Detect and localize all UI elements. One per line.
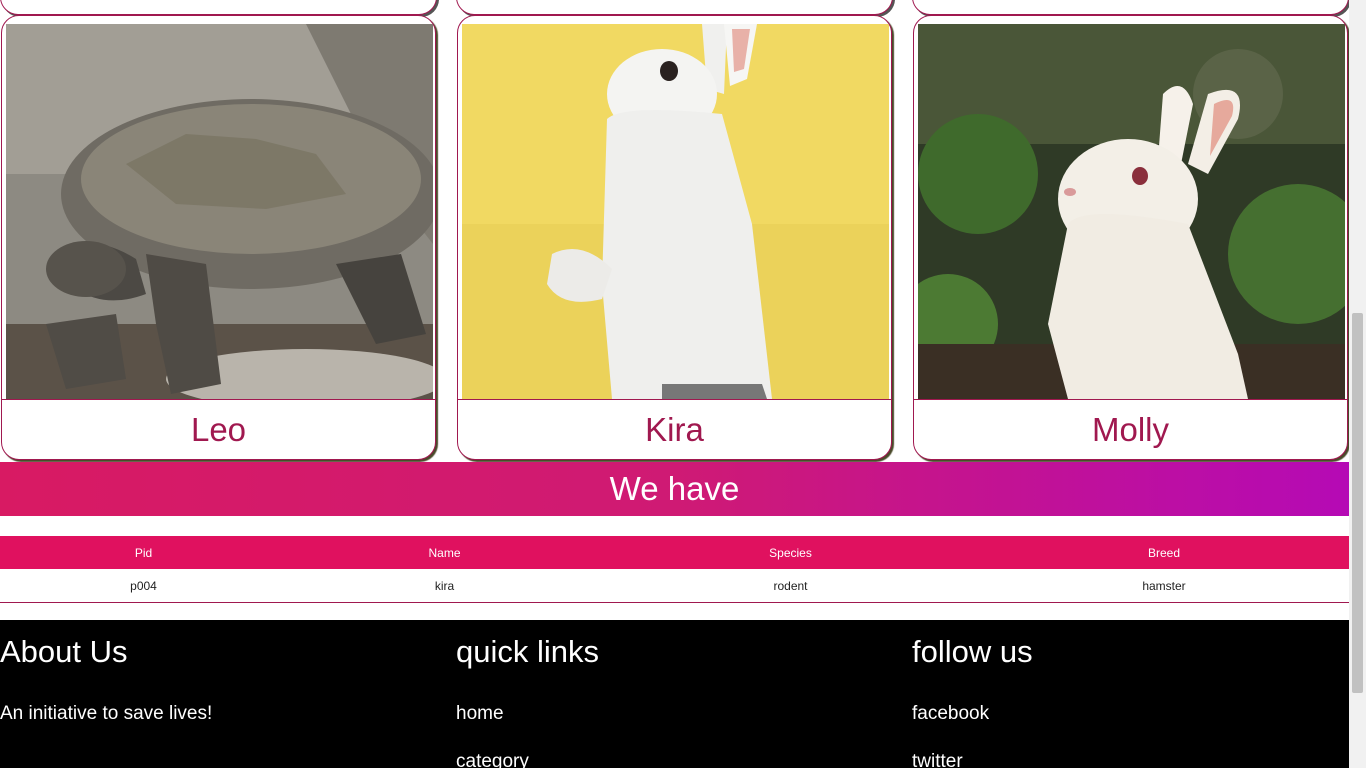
column-header-breed: Breed bbox=[979, 536, 1349, 569]
rabbit-image bbox=[918, 24, 1345, 399]
column-header-name: Name bbox=[287, 536, 602, 569]
about-text: An initiative to save lives! bbox=[0, 703, 213, 724]
about-title: About Us bbox=[0, 634, 128, 669]
pet-name: Kira bbox=[645, 411, 704, 448]
quick-links-title: quick links bbox=[456, 634, 599, 669]
scrollbar-thumb[interactable] bbox=[1352, 313, 1363, 693]
footer-link-facebook[interactable]: facebook bbox=[912, 703, 989, 725]
table-row: p004 kira rodent hamster bbox=[0, 569, 1349, 603]
pet-name: Leo bbox=[190, 411, 247, 448]
column-header-pid: Pid bbox=[0, 536, 287, 569]
footer-link-twitter[interactable]: twitter bbox=[912, 751, 963, 768]
card-divider bbox=[458, 399, 891, 400]
previous-card-edge bbox=[0, 0, 437, 15]
table-header-row: Pid Name Species Breed bbox=[0, 536, 1349, 569]
footer: About Us An initiative to save lives! qu… bbox=[0, 620, 1349, 768]
previous-card-edge bbox=[456, 0, 893, 15]
card-divider bbox=[914, 399, 1347, 400]
cell-name: kira bbox=[287, 569, 602, 603]
tortoise-image bbox=[6, 24, 433, 399]
footer-link-category[interactable]: category bbox=[456, 751, 529, 768]
rabbit-image bbox=[462, 24, 889, 399]
card-divider bbox=[2, 399, 435, 400]
section-title-banner: We have bbox=[0, 462, 1349, 516]
pet-card-kira[interactable]: Kira bbox=[457, 15, 892, 460]
pet-card-molly[interactable]: Molly bbox=[913, 15, 1348, 460]
follow-title: follow us bbox=[912, 634, 1033, 669]
column-header-species: Species bbox=[602, 536, 979, 569]
cell-breed: hamster bbox=[979, 569, 1349, 603]
cell-species: rodent bbox=[602, 569, 979, 603]
pet-name: Molly bbox=[1091, 411, 1169, 448]
footer-link-home[interactable]: home bbox=[456, 703, 504, 725]
previous-card-edge bbox=[912, 0, 1349, 15]
vertical-scrollbar[interactable] bbox=[1349, 0, 1366, 768]
pets-table: Pid Name Species Breed p004 kira rodent … bbox=[0, 536, 1349, 603]
page: Leo Kira Molly We have Pid Name Species … bbox=[0, 0, 1349, 768]
pet-card-leo[interactable]: Leo bbox=[1, 15, 436, 460]
cell-pid: p004 bbox=[0, 569, 287, 603]
